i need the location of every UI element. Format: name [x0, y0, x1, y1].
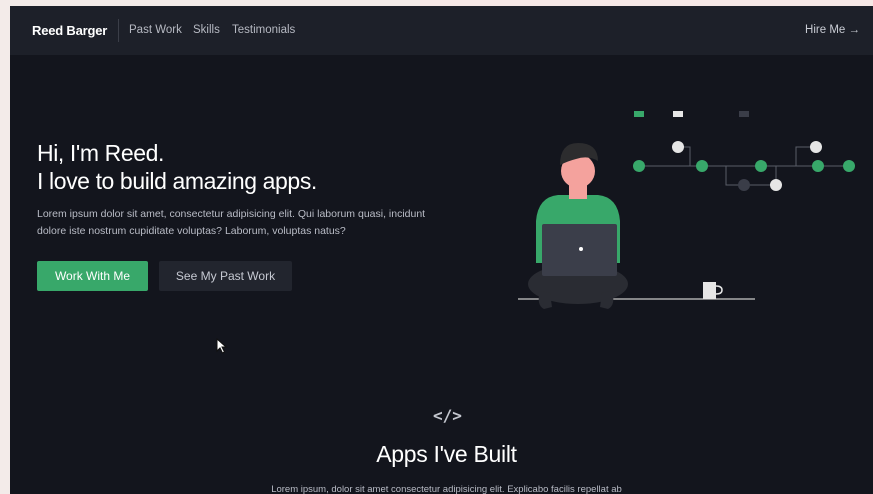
apps-section-title: Apps I've Built: [376, 441, 517, 467]
work-with-me-button[interactable]: Work With Me: [37, 261, 148, 291]
flow-chart-graphic: [633, 111, 855, 191]
code-icon: </>: [433, 406, 462, 425]
nav-link-testimonials[interactable]: Testimonials: [232, 24, 295, 36]
nav-divider: [118, 19, 119, 42]
hire-me-link[interactable]: Hire Me →: [805, 24, 860, 36]
hero-description: Lorem ipsum dolor sit amet, consectetur …: [37, 208, 426, 237]
brand-logo[interactable]: Reed Barger: [32, 23, 107, 38]
mouse-cursor-icon: [216, 338, 228, 354]
navbar: Reed Barger Past Work Skills Testimonial…: [10, 6, 873, 55]
see-past-work-button[interactable]: See My Past Work: [159, 261, 292, 291]
browser-viewport: Reed Barger Past Work Skills Testimonial…: [10, 6, 873, 494]
coffee-cup-icon: [703, 282, 723, 299]
nav-link-skills[interactable]: Skills: [193, 24, 220, 36]
hero-heading-line-2: I love to build amazing apps.: [37, 168, 317, 194]
developer-illustration: [518, 111, 855, 309]
person-figure: [528, 143, 628, 309]
nav-link-past-work[interactable]: Past Work: [129, 24, 182, 36]
apps-section-description: Lorem ipsum, dolor sit amet consectetur …: [271, 484, 622, 494]
hero-heading-line-1: Hi, I'm Reed.: [37, 140, 165, 166]
